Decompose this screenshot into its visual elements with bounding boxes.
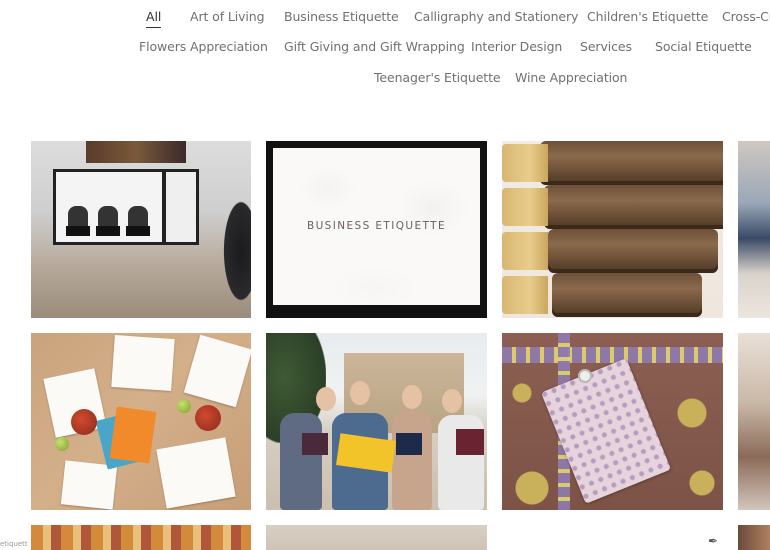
filter-business-etiquette[interactable]: Business Etiquette xyxy=(284,9,399,24)
book xyxy=(302,433,328,455)
ribbon-horizontal xyxy=(502,347,723,363)
desk-paper xyxy=(156,437,236,509)
tag-eyelet xyxy=(578,369,592,383)
book-spine xyxy=(552,273,702,317)
screen-sign xyxy=(66,226,90,236)
category-filter-bar: All Art of Living Business Etiquette Cal… xyxy=(0,0,770,100)
filter-teenagers-etiquette[interactable]: Teenager's Etiquette xyxy=(374,70,501,85)
student-figure xyxy=(392,411,432,510)
pen-nib-icon: ✒ xyxy=(708,534,719,548)
filter-art-of-living[interactable]: Art of Living xyxy=(190,9,265,24)
gallery-tile-drawing-desk[interactable] xyxy=(31,333,251,510)
student-figure xyxy=(280,413,322,510)
gallery-tile-business-etiquette[interactable]: BUSINESS ETIQUETTE xyxy=(266,141,487,318)
filter-services[interactable]: Services xyxy=(580,39,632,54)
gallery-tile-partial-bottom[interactable] xyxy=(31,525,251,550)
presentation-screen xyxy=(53,169,165,245)
shelf-shape xyxy=(86,141,186,163)
pencil-cup xyxy=(195,405,221,431)
filter-social-etiquette[interactable]: Social Etiquette xyxy=(655,39,752,54)
book-pages xyxy=(502,276,548,314)
gallery-tile-partial-right[interactable] xyxy=(738,333,770,510)
filter-gift-giving[interactable]: Gift Giving and Gift Wrapping xyxy=(284,39,465,54)
gallery-tile-students[interactable] xyxy=(266,333,487,510)
gallery-tile-partial-bottom[interactable] xyxy=(738,525,770,550)
gallery-tile-partial-bottom[interactable] xyxy=(266,525,487,550)
gallery-tile-partial-right[interactable] xyxy=(738,141,770,318)
filter-flowers-appreciation[interactable]: Flowers Appreciation xyxy=(139,39,268,54)
gallery-tile-classroom[interactable] xyxy=(31,141,251,318)
book-pages xyxy=(502,232,548,270)
book xyxy=(396,433,422,455)
screen-sign xyxy=(126,226,150,236)
apple xyxy=(55,437,69,451)
student-head xyxy=(402,385,422,409)
book-pages xyxy=(502,144,548,182)
student-head xyxy=(316,387,336,411)
book-pages xyxy=(502,188,548,226)
book-spine xyxy=(544,185,723,229)
desk-paper xyxy=(183,334,251,408)
filter-interior-design[interactable]: Interior Design xyxy=(471,39,562,54)
book xyxy=(456,429,484,455)
business-photo: BUSINESS ETIQUETTE xyxy=(273,148,480,305)
gallery-tile-books[interactable] xyxy=(502,141,723,318)
filter-wine-appreciation[interactable]: Wine Appreciation xyxy=(515,70,627,85)
book-spine xyxy=(548,229,718,273)
filter-all[interactable]: All xyxy=(146,9,162,28)
book-spine xyxy=(540,141,723,185)
apple xyxy=(177,399,191,413)
filter-calligraphy-and-stationery[interactable]: Calligraphy and Stationery xyxy=(414,9,578,24)
pencil-cup xyxy=(71,409,97,435)
gallery-tile-gift-tag[interactable] xyxy=(502,333,723,510)
filter-childrens-etiquette[interactable]: Children's Etiquette xyxy=(587,9,708,24)
business-etiquette-caption: BUSINESS ETIQUETTE xyxy=(306,220,446,232)
student-head xyxy=(442,389,462,413)
corner-text: etiquett xyxy=(0,540,28,548)
desk-notepad xyxy=(109,406,157,464)
student-head xyxy=(350,381,370,405)
presentation-screen-side xyxy=(163,169,199,245)
filter-cross-cultural[interactable]: Cross-Cu xyxy=(722,9,770,24)
screen-sign xyxy=(96,226,120,236)
desk-paper xyxy=(111,334,175,392)
